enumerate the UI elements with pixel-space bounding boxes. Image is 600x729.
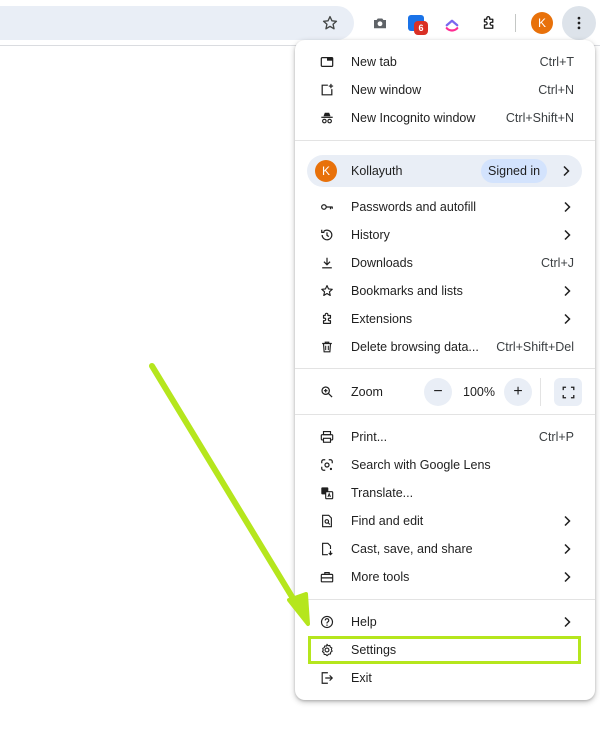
menu-item-label: Help bbox=[351, 615, 377, 629]
incognito-icon bbox=[319, 110, 335, 126]
zoom-out-button[interactable]: − bbox=[424, 378, 452, 406]
menu-separator bbox=[295, 599, 595, 600]
menu-item-translate[interactable]: Translate... bbox=[295, 479, 595, 507]
menu-item-print[interactable]: Print... Ctrl+P bbox=[295, 423, 595, 451]
menu-item-shortcut: Ctrl+Shift+Del bbox=[496, 340, 574, 354]
browser-main-menu: New tab Ctrl+T New window Ctrl+N New Inc… bbox=[295, 40, 595, 700]
zoom-level: 100% bbox=[463, 385, 495, 399]
menu-item-new-incognito[interactable]: New Incognito window Ctrl+Shift+N bbox=[295, 104, 595, 132]
zoom-divider bbox=[540, 378, 541, 406]
menu-separator bbox=[295, 140, 595, 141]
toolbar-divider bbox=[515, 14, 516, 32]
chevron-right-icon bbox=[564, 543, 571, 555]
fullscreen-button[interactable] bbox=[554, 378, 582, 406]
menu-item-new-window[interactable]: New window Ctrl+N bbox=[295, 76, 595, 104]
menu-item-downloads[interactable]: Downloads Ctrl+J bbox=[295, 249, 595, 277]
exit-icon bbox=[319, 670, 335, 686]
profile-avatar-button[interactable]: K bbox=[531, 12, 553, 34]
menu-item-shortcut: Ctrl+Shift+N bbox=[505, 111, 574, 125]
menu-item-label: Exit bbox=[351, 671, 372, 685]
menu-item-cast-save-share[interactable]: Cast, save, and share bbox=[295, 535, 595, 563]
menu-item-label: New tab bbox=[351, 55, 397, 69]
profile-row[interactable]: K Kollayuth Signed in bbox=[307, 155, 582, 187]
chevron-right-icon bbox=[564, 229, 571, 241]
translate-icon bbox=[319, 485, 335, 501]
zoom-row: Zoom − 100% + bbox=[295, 376, 595, 408]
menu-item-extensions[interactable]: Extensions bbox=[295, 305, 595, 333]
menu-item-label: Search with Google Lens bbox=[351, 458, 491, 472]
menu-item-label: Find and edit bbox=[351, 514, 424, 528]
settings-highlight-box bbox=[308, 636, 581, 664]
menu-item-shortcut: Ctrl+J bbox=[541, 256, 574, 270]
menu-item-find-and-edit[interactable]: Find and edit bbox=[295, 507, 595, 535]
signed-in-badge: Signed in bbox=[481, 159, 548, 183]
menu-item-history[interactable]: History bbox=[295, 221, 595, 249]
zoom-in-button[interactable]: + bbox=[504, 378, 532, 406]
menu-item-label: Extensions bbox=[351, 312, 413, 326]
chevron-right-icon bbox=[563, 165, 570, 177]
address-bar[interactable] bbox=[0, 6, 354, 40]
chevron-right-icon bbox=[564, 616, 571, 628]
new-window-icon bbox=[319, 82, 335, 98]
puzzle-icon bbox=[319, 311, 335, 327]
three-dots-icon bbox=[577, 16, 581, 30]
menu-item-label: New Incognito window bbox=[351, 111, 476, 125]
menu-item-label: Passwords and autofill bbox=[351, 200, 477, 214]
key-icon bbox=[319, 199, 335, 215]
camera-icon[interactable] bbox=[366, 9, 394, 37]
star-icon bbox=[319, 283, 335, 299]
menu-item-google-lens[interactable]: Search with Google Lens bbox=[295, 451, 595, 479]
chevron-right-icon bbox=[564, 515, 571, 527]
profile-name: Kollayuth bbox=[351, 164, 403, 178]
extensions-puzzle-icon[interactable] bbox=[475, 9, 503, 37]
menu-item-shortcut: Ctrl+T bbox=[539, 55, 574, 69]
chevron-right-icon bbox=[564, 571, 571, 583]
printer-icon bbox=[319, 429, 335, 445]
help-icon bbox=[319, 614, 335, 630]
menu-item-shortcut: Ctrl+P bbox=[538, 430, 574, 444]
chevron-right-icon bbox=[564, 201, 571, 213]
chevron-right-icon bbox=[564, 285, 571, 297]
menu-item-more-tools[interactable]: More tools bbox=[295, 563, 595, 591]
menu-item-exit[interactable]: Exit bbox=[295, 664, 595, 692]
extension-badge: 6 bbox=[414, 21, 428, 35]
menu-item-label: Translate... bbox=[351, 486, 414, 500]
menu-item-shortcut: Ctrl+N bbox=[538, 83, 574, 97]
chevron-right-icon bbox=[564, 313, 571, 325]
menu-item-bookmarks[interactable]: Bookmarks and lists bbox=[295, 277, 595, 305]
download-icon bbox=[319, 255, 335, 271]
browser-menu-button[interactable] bbox=[562, 6, 596, 40]
clickup-extension-icon[interactable] bbox=[438, 9, 466, 37]
fullscreen-icon bbox=[562, 386, 574, 398]
menu-item-help[interactable]: Help bbox=[295, 608, 595, 636]
menu-item-label: Bookmarks and lists bbox=[351, 284, 463, 298]
menu-item-passwords[interactable]: Passwords and autofill bbox=[295, 193, 595, 221]
zoom-icon bbox=[319, 384, 335, 400]
menu-item-label: Print... bbox=[351, 430, 388, 444]
profile-avatar: K bbox=[315, 160, 337, 182]
menu-item-label: More tools bbox=[351, 570, 410, 584]
menu-item-delete-browsing-data[interactable]: Delete browsing data... Ctrl+Shift+Del bbox=[295, 333, 595, 361]
trash-icon bbox=[319, 339, 335, 355]
toolbox-icon bbox=[319, 569, 335, 585]
find-page-icon bbox=[319, 513, 335, 529]
menu-item-label: Delete browsing data... bbox=[351, 340, 479, 354]
menu-item-label: New window bbox=[351, 83, 422, 97]
menu-item-label: Cast, save, and share bbox=[351, 542, 473, 556]
zoom-label: Zoom bbox=[351, 385, 383, 399]
history-icon bbox=[319, 227, 335, 243]
menu-item-label: Downloads bbox=[351, 256, 413, 270]
google-lens-icon bbox=[319, 457, 335, 473]
bookmark-star-icon[interactable] bbox=[316, 9, 344, 37]
menu-separator bbox=[295, 368, 595, 369]
extension-icon[interactable]: 6 bbox=[402, 9, 430, 37]
menu-separator bbox=[295, 414, 595, 415]
new-tab-icon bbox=[319, 54, 335, 70]
menu-item-label: History bbox=[351, 228, 390, 242]
save-page-icon bbox=[319, 541, 335, 557]
menu-item-new-tab[interactable]: New tab Ctrl+T bbox=[295, 48, 595, 76]
